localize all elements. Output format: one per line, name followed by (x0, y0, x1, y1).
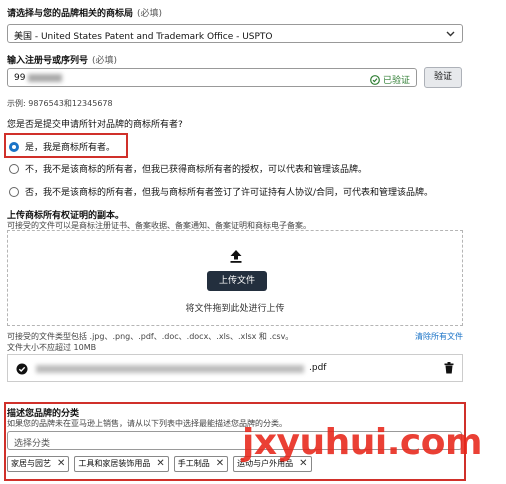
trademark-office-label: 请选择与您的品牌相关的商标局 (必填) (7, 9, 163, 19)
file-extension: .pdf (309, 363, 327, 373)
radio-unselected[interactable] (9, 186, 19, 197)
trademark-office-value: 美国 - United States Patent and Trademark … (14, 32, 273, 42)
owner-option-authorized[interactable]: 不，我不是该商标的所有者，但我已获得商标所有者的授权，可以代表和管理该品牌。 (9, 162, 367, 175)
uploaded-file-row: .pdf (7, 354, 463, 382)
registration-input[interactable]: 99 已验证 (7, 68, 417, 87)
upload-file-button[interactable]: 上传文件 (207, 271, 267, 291)
upload-arrow-icon (230, 250, 242, 263)
chevron-down-icon (446, 31, 455, 37)
category-chip: 家居与园艺 ✕ (7, 456, 70, 472)
radio-selected[interactable] (9, 141, 19, 152)
category-chip: 工具和家居装饰用品 ✕ (74, 456, 169, 472)
watermark-text: jxyuhui.com (242, 422, 483, 463)
owner-option-licensee[interactable]: 否，我不是该商标的所有者，但我与商标所有者签订了许可证持有人协议/合同，可代表和… (9, 185, 433, 198)
upload-dropzone[interactable]: 上传文件 将文件拖到此处进行上传 (7, 230, 463, 326)
check-circle-icon (370, 74, 380, 85)
registration-value: 99 (14, 73, 26, 83)
radio-unselected[interactable] (9, 163, 19, 174)
owner-question-label: 您是否是提交申请所针对品牌的商标所有者? (7, 120, 183, 130)
category-placeholder: 选择分类 (14, 439, 51, 449)
category-chip: 手工制品 ✕ (173, 456, 229, 472)
check-circle-icon (16, 363, 28, 375)
close-icon[interactable]: ✕ (57, 457, 65, 471)
registration-label: 输入注册号或序列号 (必填) (7, 56, 118, 66)
close-icon[interactable]: ✕ (156, 457, 164, 471)
verified-status: 已验证 (370, 73, 410, 86)
trademark-office-select[interactable]: 美国 - United States Patent and Trademark … (7, 24, 463, 43)
owner-option-yes[interactable]: 是，我是商标所有者。 (9, 140, 115, 153)
file-size-limit: 文件大小不应超过 10MB (7, 343, 97, 352)
verify-button[interactable]: 验证 (424, 67, 462, 88)
drag-drop-text: 将文件拖到此处进行上传 (185, 304, 285, 314)
redacted-file-name (36, 365, 304, 373)
clear-all-files-link[interactable]: 清除所有文件 (415, 331, 463, 342)
redacted-registration (28, 74, 62, 82)
trash-icon[interactable] (444, 362, 454, 374)
registration-example: 示例: 9876543和12345678 (7, 99, 113, 108)
close-icon[interactable]: ✕ (216, 457, 224, 471)
accepted-file-types: 可接受的文件类型包括 .jpg、.png、.pdf、.doc、.docx、.xl… (7, 332, 294, 341)
